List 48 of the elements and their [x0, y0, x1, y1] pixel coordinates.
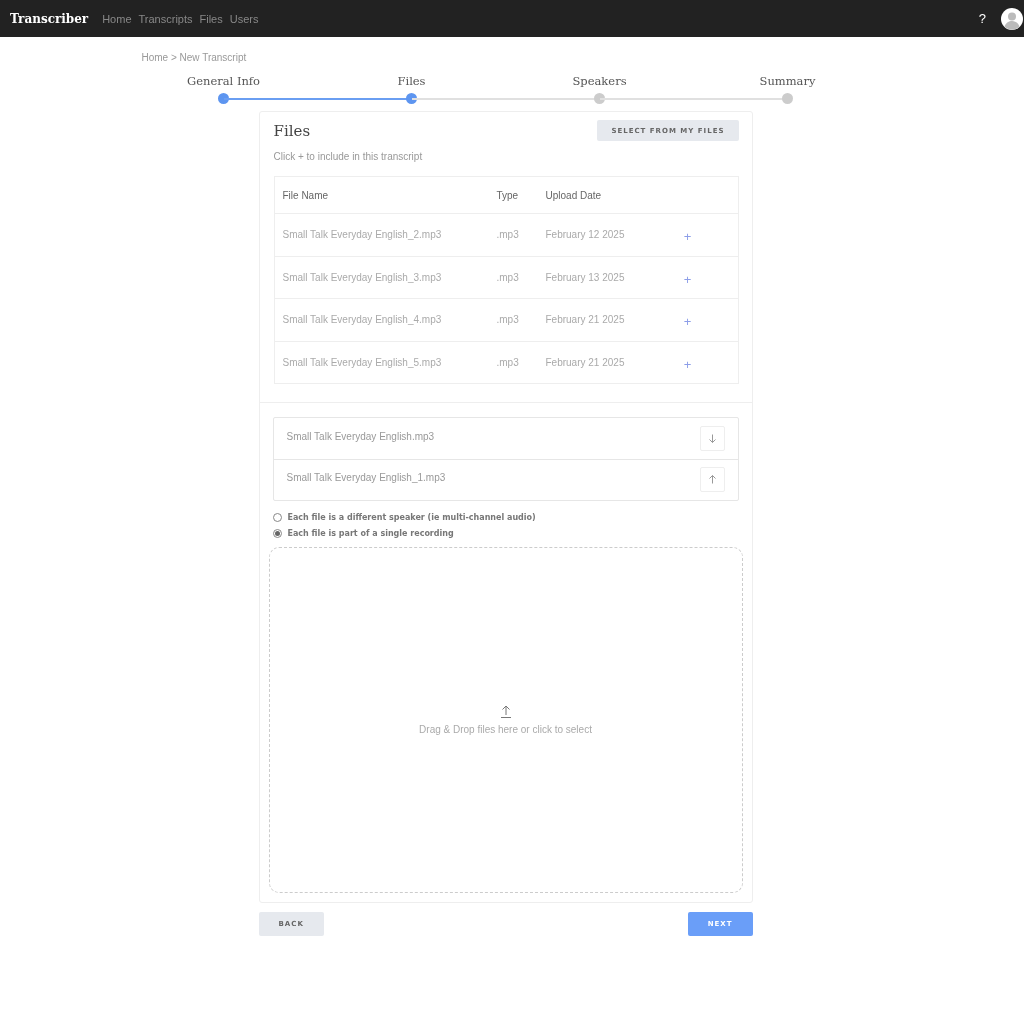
table-cell-text: .mp3: [496, 229, 520, 241]
option-label[interactable]: Each file is part of a single recording: [287, 529, 454, 538]
step-label[interactable]: General Info: [187, 74, 260, 93]
add-button[interactable]: +: [681, 356, 694, 372]
table-cell-text: February 13 2025: [545, 271, 626, 283]
column-header: Upload Date: [545, 189, 603, 201]
hint-text: Click + to include in this transcript: [273, 151, 424, 162]
column-header: Type: [496, 189, 520, 201]
table-cell-text: February 21 2025: [545, 314, 626, 326]
table-cell-text: .mp3: [496, 271, 520, 283]
table-cell-text: Small Talk Everyday English_3.mp3: [282, 271, 443, 283]
step-dot[interactable]: [781, 93, 793, 104]
move-up-button[interactable]: [699, 467, 725, 493]
step-label[interactable]: Speakers: [572, 74, 627, 93]
add-button[interactable]: +: [681, 314, 694, 330]
arrow-up-icon: [708, 475, 716, 485]
avatar-icon[interactable]: [1001, 7, 1023, 30]
step-dot[interactable]: [593, 93, 605, 104]
help-link[interactable]: ?: [978, 11, 986, 26]
nav-link[interactable]: Files: [199, 12, 223, 25]
drop-zone[interactable]: Drag & Drop files here or click to select: [268, 547, 743, 893]
nav-link[interactable]: Users: [229, 12, 259, 25]
table-cell-text: February 12 2025: [545, 229, 626, 241]
table-cell-text: Small Talk Everyday English_5.mp3: [282, 356, 443, 368]
nav-link[interactable]: Home: [102, 12, 132, 25]
move-down-button[interactable]: [699, 425, 725, 451]
brand-link[interactable]: Transcriber: [10, 11, 89, 26]
card-title: Files: [273, 121, 311, 140]
add-button[interactable]: +: [681, 229, 694, 245]
file-name: Small Talk Everyday English.mp3: [286, 430, 435, 442]
upload-icon: [499, 705, 512, 718]
add-button[interactable]: +: [681, 271, 694, 287]
step-label[interactable]: Summary: [759, 74, 816, 93]
step-label[interactable]: Files: [397, 74, 426, 93]
table-cell-text: .mp3: [496, 356, 520, 368]
step-dot[interactable]: [217, 93, 229, 104]
table-cell-text: .mp3: [496, 314, 520, 326]
arrow-down-icon: [708, 433, 716, 443]
file-name: Small Talk Everyday English_1.mp3: [286, 472, 446, 484]
column-header: File Name: [282, 189, 330, 201]
nav-link[interactable]: Transcripts: [138, 12, 193, 25]
breadcrumb: Home > New Transcript: [141, 52, 248, 63]
dropzone-text: Drag & Drop files here or click to select: [419, 724, 592, 735]
table-cell-text: Small Talk Everyday English_4.mp3: [282, 314, 443, 326]
option-label[interactable]: Each file is a different speaker (ie multi-channel audio): [287, 513, 536, 522]
table-cell-text: Small Talk Everyday English_2.mp3: [282, 229, 443, 241]
step-dot[interactable]: [405, 93, 417, 104]
table-cell-text: February 21 2025: [545, 356, 626, 368]
